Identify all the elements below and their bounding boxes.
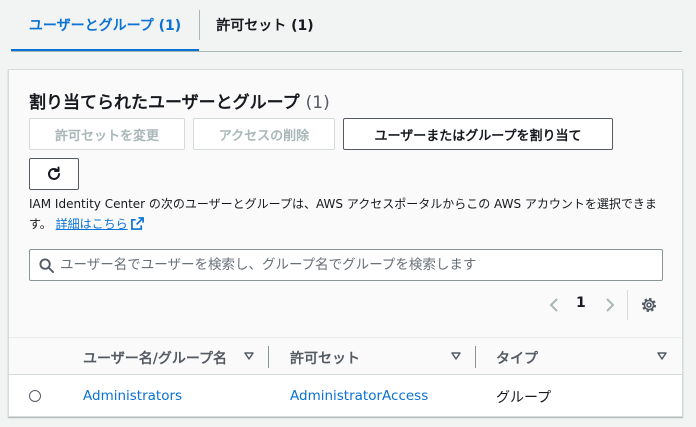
search-input[interactable] — [60, 250, 658, 280]
tab-baseline — [11, 51, 682, 52]
change-permission-set-button[interactable]: 許可セットを変更 — [29, 118, 185, 150]
table-header-row: ユーザー名/グループ名 許可セット タイプ — [9, 337, 682, 375]
panel-description: IAM Identity Center の次のユーザーとグループは、AWS アク… — [29, 194, 674, 234]
refresh-icon — [48, 166, 60, 180]
chevron-left-icon[interactable] — [548, 297, 560, 313]
column-divider[interactable] — [475, 346, 476, 368]
column-header-name[interactable]: ユーザー名/グループ名 — [83, 348, 227, 368]
search-box[interactable] — [29, 249, 663, 281]
chevron-right-icon[interactable] — [604, 297, 616, 313]
sort-caret-icon[interactable] — [244, 352, 254, 360]
assign-users-groups-button[interactable]: ユーザーまたはグループを割り当て — [343, 118, 613, 150]
external-link-icon — [130, 217, 144, 230]
learn-more-link[interactable]: 詳細はこちら — [56, 217, 144, 231]
panel-title-text: 割り当てられたユーザーとグループ — [29, 93, 300, 113]
column-header-permission-set[interactable]: 許可セット — [290, 348, 360, 368]
assigned-users-groups-panel: 割り当てられたユーザーとグループ (1) 許可セットを変更 アクセスの削除 ユーザ… — [8, 69, 683, 417]
tab-users-and-groups[interactable]: ユーザーとグループ (1) — [11, 0, 199, 52]
panel-title: 割り当てられたユーザーとグループ (1) — [29, 88, 330, 113]
type-cell: グループ — [496, 390, 552, 406]
column-divider[interactable] — [268, 346, 269, 368]
current-page-number[interactable]: 1 — [576, 295, 586, 311]
remove-access-button[interactable]: アクセスの削除 — [193, 118, 335, 150]
pagination-divider — [627, 290, 628, 320]
column-header-type[interactable]: タイプ — [496, 348, 538, 368]
table-row[interactable]: Administrators AdministratorAccess グループ — [9, 375, 682, 417]
permission-set-link[interactable]: AdministratorAccess — [290, 388, 428, 404]
panel-count: (1) — [305, 93, 330, 113]
user-group-name-link[interactable]: Administrators — [83, 388, 182, 404]
tab-permission-sets[interactable]: 許可セット (1) — [200, 0, 330, 49]
row-select-radio[interactable] — [29, 390, 41, 402]
tab-bar: ユーザーとグループ (1) 許可セット (1) — [0, 0, 696, 52]
refresh-button[interactable] — [29, 158, 79, 190]
settings-gear-icon[interactable] — [640, 296, 658, 314]
sort-caret-icon[interactable] — [657, 352, 667, 360]
search-icon — [39, 258, 54, 273]
sort-caret-icon[interactable] — [451, 352, 461, 360]
learn-more-label: 詳細はこちら — [55, 217, 128, 231]
